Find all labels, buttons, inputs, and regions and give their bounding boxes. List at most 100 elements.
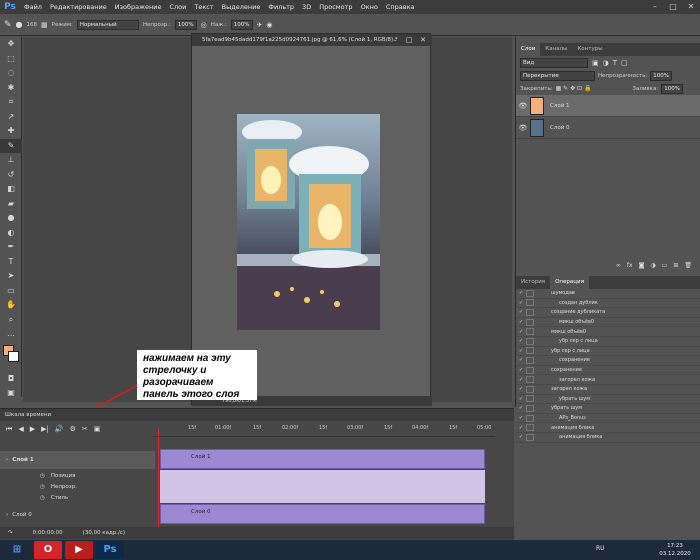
healing-brush-icon[interactable]: ✚ bbox=[0, 124, 22, 139]
doc-minimize-icon[interactable]: – bbox=[388, 34, 402, 46]
action-row[interactable]: ✓ анимация блика bbox=[516, 423, 700, 433]
dialog-toggle[interactable] bbox=[526, 395, 534, 403]
eraser-tool-icon[interactable]: ◧ bbox=[0, 182, 22, 197]
first-frame-icon[interactable]: ⏮ bbox=[6, 425, 12, 434]
media-player-icon[interactable]: ▶ bbox=[65, 541, 93, 559]
dialog-toggle[interactable] bbox=[526, 414, 534, 422]
dialog-toggle[interactable] bbox=[526, 347, 534, 355]
doc-maximize-icon[interactable]: □ bbox=[402, 34, 416, 46]
check-icon[interactable]: ✓ bbox=[516, 309, 526, 315]
opera-icon[interactable]: O bbox=[34, 541, 62, 559]
eye-icon[interactable]: 👁 bbox=[516, 102, 530, 110]
check-icon[interactable]: ✓ bbox=[516, 425, 526, 431]
stopwatch-icon[interactable]: ◷ bbox=[40, 473, 45, 479]
menu-view[interactable]: Просмотр bbox=[315, 0, 356, 14]
pressure-size-icon[interactable]: ◉ bbox=[266, 21, 272, 29]
menu-filter[interactable]: Фильтр bbox=[264, 0, 298, 14]
stopwatch-icon[interactable]: ◷ bbox=[40, 495, 45, 501]
background-color[interactable] bbox=[8, 350, 19, 362]
dialog-toggle[interactable] bbox=[526, 385, 534, 393]
action-row[interactable]: ✓ создание дубликата bbox=[516, 308, 700, 318]
tab-channels[interactable]: Каналы bbox=[540, 43, 572, 56]
check-icon[interactable]: ✓ bbox=[516, 367, 526, 373]
timeline-layer-row[interactable]: › Слой 1 bbox=[0, 451, 155, 469]
quick-select-icon[interactable]: ✱ bbox=[0, 81, 22, 96]
action-row[interactable]: ✓ APs_Bonus bbox=[516, 414, 700, 424]
menu-window[interactable]: Окно bbox=[357, 0, 382, 14]
layer-row[interactable]: 👁 Слой 0 bbox=[516, 117, 700, 139]
pressure-opacity-icon[interactable]: ◎ bbox=[201, 21, 207, 29]
dialog-toggle[interactable] bbox=[526, 289, 534, 297]
dialog-toggle[interactable] bbox=[526, 337, 534, 345]
menu-image[interactable]: Изображение bbox=[111, 0, 166, 14]
layer-opacity-field[interactable]: 100% bbox=[650, 70, 673, 81]
start-button[interactable]: ⊞ bbox=[3, 541, 31, 559]
dialog-toggle[interactable] bbox=[526, 404, 534, 412]
check-icon[interactable]: ✓ bbox=[516, 319, 526, 325]
check-icon[interactable]: ✓ bbox=[516, 434, 526, 440]
menu-edit[interactable]: Редактирование bbox=[46, 0, 111, 14]
more-tools-icon[interactable]: … bbox=[0, 327, 22, 342]
layer1-clip[interactable]: Слой 1 bbox=[160, 449, 485, 469]
menu-layers[interactable]: Слои bbox=[165, 0, 190, 14]
render-icon[interactable]: ↷ bbox=[8, 530, 13, 536]
play-icon[interactable]: ▶ bbox=[30, 425, 35, 433]
action-row[interactable]: ✓ загорел кожа bbox=[516, 385, 700, 395]
eyedropper-icon[interactable]: ↗ bbox=[0, 110, 22, 125]
marquee-tool-icon[interactable]: ⬚ bbox=[0, 52, 22, 67]
check-icon[interactable]: ✓ bbox=[516, 338, 526, 344]
property-row[interactable]: ◷ Непрозр. bbox=[0, 482, 155, 492]
dialog-toggle[interactable] bbox=[526, 356, 534, 364]
dialog-toggle[interactable] bbox=[526, 318, 534, 326]
dialog-toggle[interactable] bbox=[526, 376, 534, 384]
action-row[interactable]: ✓ убрать шум bbox=[516, 404, 700, 414]
check-icon[interactable]: ✓ bbox=[516, 300, 526, 306]
adjustment-icon[interactable]: ◑ bbox=[650, 262, 655, 272]
action-row[interactable]: ✓ убр сер с лица bbox=[516, 347, 700, 357]
stamp-tool-icon[interactable]: ⊥ bbox=[0, 153, 22, 168]
brush-preset-icon[interactable]: ● bbox=[16, 20, 23, 29]
blend-mode-select[interactable]: Перекрытие bbox=[520, 70, 595, 81]
next-frame-icon[interactable]: ▶| bbox=[41, 425, 49, 433]
close-icon[interactable]: ✕ bbox=[682, 0, 700, 14]
layer-filter-select[interactable]: Вид bbox=[520, 57, 588, 68]
action-row[interactable]: ✓ загорел кожа bbox=[516, 375, 700, 385]
crop-tool-icon[interactable]: ⌗ bbox=[0, 95, 22, 110]
move-tool-icon[interactable]: ✥ bbox=[0, 37, 22, 52]
action-row[interactable]: ✓ микш объёв0 bbox=[516, 318, 700, 328]
dialog-toggle[interactable] bbox=[526, 433, 534, 441]
menu-text[interactable]: Текст bbox=[190, 0, 217, 14]
brush-tool-icon[interactable]: ✎ bbox=[0, 138, 22, 153]
layer-row[interactable]: 👁 Слой 1 bbox=[516, 95, 700, 117]
new-layer-icon[interactable]: ⊞ bbox=[673, 262, 678, 272]
clock[interactable]: 17:23 03.12.2020 bbox=[655, 542, 695, 558]
dialog-toggle[interactable] bbox=[526, 424, 534, 432]
opacity-field[interactable]: 100% bbox=[174, 19, 197, 30]
check-icon[interactable]: ✓ bbox=[516, 357, 526, 363]
menu-3d[interactable]: 3D bbox=[298, 0, 315, 14]
settings-icon[interactable]: ⚙ bbox=[70, 425, 76, 433]
eye-icon[interactable]: 👁 bbox=[516, 124, 530, 132]
tab-history[interactable]: История bbox=[516, 276, 550, 289]
time-ruler[interactable]: 15f 01:00f 15f 02:00f 15f 03:00f 15f 04:… bbox=[155, 421, 495, 437]
check-icon[interactable]: ✓ bbox=[516, 348, 526, 354]
dialog-toggle[interactable] bbox=[526, 366, 534, 374]
doc-close-icon[interactable]: ✕ bbox=[416, 34, 430, 46]
action-row[interactable]: ✓ убр сер с лица bbox=[516, 337, 700, 347]
airbrush-icon[interactable]: ✈ bbox=[257, 21, 263, 29]
check-icon[interactable]: ✓ bbox=[516, 396, 526, 402]
filter-shape-icon[interactable]: ▢ bbox=[621, 59, 628, 67]
blur-tool-icon[interactable]: ● bbox=[0, 211, 22, 226]
link-icon[interactable]: ∞ bbox=[616, 262, 621, 272]
trash-icon[interactable]: 🗑 bbox=[684, 262, 692, 272]
maximize-icon[interactable]: □ bbox=[664, 0, 682, 14]
brush-tool-icon[interactable]: ✎ bbox=[4, 20, 12, 30]
pressure-field[interactable]: 100% bbox=[230, 19, 253, 30]
transition-icon[interactable]: ▣ bbox=[94, 425, 101, 433]
tab-actions[interactable]: Операции bbox=[550, 276, 590, 289]
dialog-toggle[interactable] bbox=[526, 328, 534, 336]
action-row[interactable]: ✓ анимация блика bbox=[516, 433, 700, 443]
expand-chevron-icon[interactable]: › bbox=[6, 512, 8, 518]
pen-tool-icon[interactable]: ✒ bbox=[0, 240, 22, 255]
action-row[interactable]: ✓ сохранение bbox=[516, 366, 700, 376]
